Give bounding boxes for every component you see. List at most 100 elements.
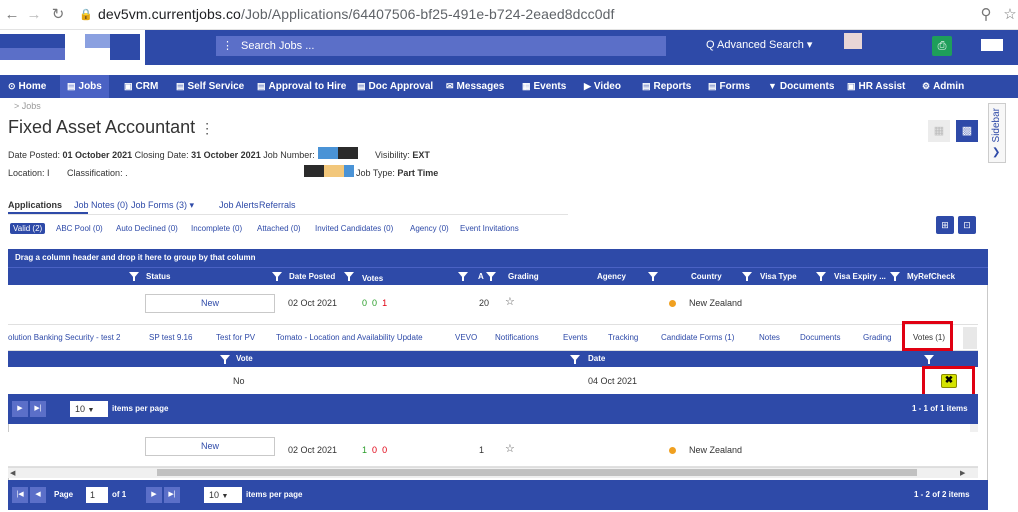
tab-notes[interactable]: Notes — [759, 333, 780, 342]
tab-notifications[interactable]: Notifications — [495, 333, 539, 342]
tab-overflow[interactable] — [963, 327, 977, 349]
col-country[interactable]: Country — [691, 268, 722, 286]
col-agency[interactable]: Agency — [597, 268, 626, 286]
advanced-search-dropdown[interactable]: Q Advanced Search ▾ — [706, 38, 812, 51]
subtab-agency[interactable]: Agency (0) — [410, 224, 449, 233]
menu-doc-approval[interactable]: ▤ Doc Approval — [357, 75, 433, 98]
menu-forms[interactable]: ▤ Forms — [708, 75, 750, 98]
col-grading[interactable]: Grading — [508, 268, 539, 286]
bookmark-star-icon[interactable]: ☆ — [1002, 7, 1018, 23]
filter-icon[interactable] — [486, 272, 496, 281]
subtab-attached[interactable]: Attached (0) — [257, 224, 301, 233]
filter-icon[interactable] — [816, 272, 826, 281]
filter-icon[interactable] — [924, 355, 934, 364]
menu-events[interactable]: ▦ Events — [522, 75, 566, 98]
menu-documents[interactable]: ▼ Documents — [768, 75, 834, 98]
subtab-valid[interactable]: Valid (2) — [10, 223, 46, 234]
filter-icon[interactable] — [648, 272, 658, 281]
subtab-incomplete[interactable]: Incomplete (0) — [191, 224, 242, 233]
menu-hr-assist[interactable]: ▣ HR Assist — [847, 75, 905, 98]
star-icon[interactable]: ☆ — [505, 295, 515, 308]
star-icon[interactable]: ☆ — [505, 442, 515, 455]
filter-icon[interactable] — [458, 272, 468, 281]
first-page-icon[interactable]: |◀ — [12, 487, 28, 503]
menu-crm[interactable]: ▣ CRM — [124, 75, 158, 98]
filter-icon[interactable] — [742, 272, 752, 281]
next-page-icon[interactable]: ▶ — [12, 401, 28, 417]
address-bar[interactable]: dev5vm.currentjobs.co/Job/Applications/6… — [98, 6, 615, 22]
tab-test-for-pv[interactable]: Test for PV — [216, 333, 255, 342]
last-page-icon[interactable]: ▶| — [164, 487, 180, 503]
grid-view-icon[interactable]: ▦ — [928, 120, 950, 142]
col-myrefcheck[interactable]: MyRefCheck — [907, 268, 955, 286]
zoom-icon[interactable]: ⚲ — [978, 7, 994, 23]
menu-reports[interactable]: ▤ Reports — [642, 75, 691, 98]
reload-icon[interactable]: ↻ — [50, 7, 66, 23]
subtab-auto-declined[interactable]: Auto Declined (0) — [116, 224, 178, 233]
tab-banking-security[interactable]: olution Banking Security - test 2 — [8, 333, 121, 342]
tab-referrals[interactable]: Referrals — [259, 200, 296, 210]
chevron-right-icon[interactable]: ❯ — [992, 147, 1000, 158]
prev-page-icon[interactable]: ◀ — [30, 487, 46, 503]
menu-approval-to-hire[interactable]: ▤ Approval to Hire — [257, 75, 346, 98]
export-excel-icon[interactable]: ⊞ — [936, 216, 954, 234]
page-number-input[interactable]: 1 — [86, 487, 108, 503]
menu-messages[interactable]: ✉ Messages — [446, 75, 504, 98]
table-row[interactable]: New 02 Oct 2021 0 0 1 20 ☆ New Zealand — [8, 285, 978, 325]
col-visa-type[interactable]: Visa Type — [760, 268, 797, 286]
tab-candidate-forms[interactable]: Candidate Forms (1) — [661, 333, 734, 342]
tab-grading[interactable]: Grading — [863, 333, 891, 342]
filter-icon[interactable] — [220, 355, 230, 364]
filter-icon[interactable] — [344, 272, 354, 281]
logo[interactable] — [0, 30, 145, 65]
print-icon[interactable]: ⎙ — [932, 36, 952, 56]
filter-icon[interactable] — [570, 355, 580, 364]
menu-self-service[interactable]: ▤ Self Service — [176, 75, 244, 98]
tab-documents[interactable]: Documents — [800, 333, 840, 342]
col-date-posted[interactable]: Date Posted — [289, 268, 335, 286]
col-status[interactable]: Status — [146, 268, 170, 286]
avatar[interactable] — [844, 33, 862, 49]
horizontal-scroll-thumb[interactable] — [157, 469, 917, 476]
breadcrumb[interactable]: > Jobs — [14, 101, 41, 111]
menu-jobs[interactable]: ▤ Jobs — [60, 75, 109, 98]
subtab-event-invitations[interactable]: Event Invitations — [460, 224, 519, 233]
tab-tracking[interactable]: Tracking — [608, 333, 638, 342]
subtab-invited-candidates[interactable]: Invited Candidates (0) — [315, 224, 393, 233]
back-arrow-icon[interactable]: ← — [4, 7, 20, 23]
status-button[interactable]: New — [145, 294, 275, 313]
tab-events[interactable]: Events — [563, 333, 587, 342]
col-visa-expiry[interactable]: Visa Expiry ... — [834, 268, 886, 286]
tab-vevo[interactable]: VEVO — [455, 333, 477, 342]
col-a[interactable]: A — [478, 268, 484, 286]
col-date[interactable]: Date — [588, 351, 605, 367]
tab-sp-test[interactable]: SP test 9.16 — [149, 333, 192, 342]
group-drop-area[interactable]: Drag a column header and drop it here to… — [8, 249, 988, 267]
toggle-switch[interactable] — [968, 38, 1004, 52]
vote-row[interactable]: No 04 Oct 2021 — [8, 367, 978, 394]
col-vote[interactable]: Vote — [236, 351, 253, 367]
page-size-select[interactable]: 10 ▼ — [204, 487, 242, 503]
status-button[interactable]: New — [145, 437, 275, 456]
tab-job-notes[interactable]: Job Notes (0) — [74, 200, 128, 210]
last-page-icon[interactable]: ▶| — [30, 401, 46, 417]
tab-job-alerts[interactable]: Job Alerts — [219, 200, 259, 210]
next-page-icon[interactable]: ▶ — [146, 487, 162, 503]
export-pdf-icon[interactable]: ⊡ — [958, 216, 976, 234]
filter-icon[interactable] — [272, 272, 282, 281]
page-size-select[interactable]: 10 ▼ — [70, 401, 108, 417]
tab-applications[interactable]: Applications — [8, 200, 62, 210]
search-input[interactable]: ⋮ Search Jobs ... — [216, 36, 666, 56]
menu-home[interactable]: ⊙ Home — [8, 75, 46, 98]
filter-icon[interactable] — [890, 272, 900, 281]
subtab-abc-pool[interactable]: ABC Pool (0) — [56, 224, 103, 233]
tile-view-icon[interactable]: ▩ — [956, 120, 978, 142]
filter-icon[interactable] — [129, 272, 139, 281]
menu-video[interactable]: ▶ Video — [584, 75, 621, 98]
tab-job-forms[interactable]: Job Forms (3) ▾ — [131, 200, 194, 211]
table-row[interactable]: New 02 Oct 2021 1 0 0 1 ☆ New Zealand — [8, 432, 978, 467]
more-vertical-icon[interactable]: ⋮ — [200, 120, 214, 136]
menu-admin[interactable]: ⚙ Admin — [922, 75, 964, 98]
tab-tomato[interactable]: Tomato - Location and Availability Updat… — [276, 333, 423, 342]
forward-arrow-icon[interactable]: → — [26, 7, 42, 23]
